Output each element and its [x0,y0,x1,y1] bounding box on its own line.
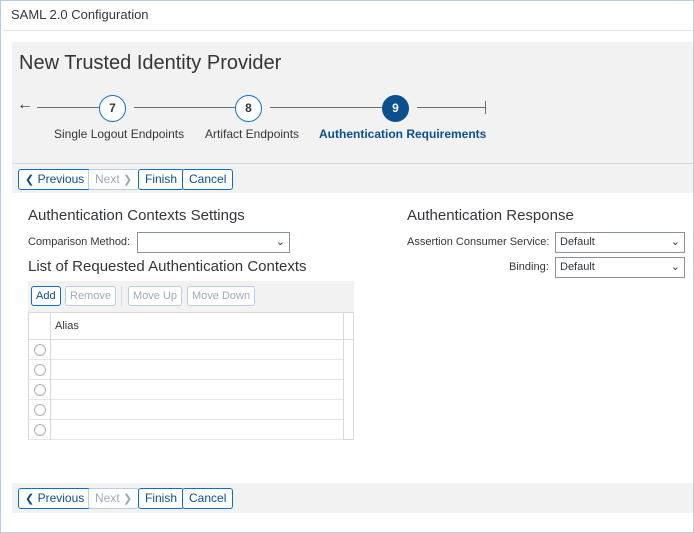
step-7-circle[interactable]: 7 [99,95,126,122]
step-8-circle[interactable]: 8 [235,95,262,122]
next-button[interactable]: Next ❯ [88,169,140,190]
move-up-button[interactable]: Move Up [128,286,183,306]
next-label: Next [95,172,120,186]
row-radio[interactable] [34,344,46,356]
alias-column-header[interactable]: Alias [55,320,79,332]
acs-label: Assertion Consumer Service: [407,236,550,248]
acs-value: Default [560,236,595,248]
step-7-label[interactable]: Single Logout Endpoints [54,127,184,141]
finish-button-bottom[interactable]: Finish [138,488,185,509]
step-9-circle[interactable]: 9 [382,95,409,122]
page-title: New Trusted Identity Provider [19,52,282,74]
next-button-bottom[interactable]: Next ❯ [88,488,140,509]
step-connector [37,107,99,108]
previous-button[interactable]: ❮ Previous [18,169,92,190]
table-row[interactable] [29,340,343,360]
wizard-header: New Trusted Identity Provider ← 7 8 9 Si… [12,42,693,163]
step-connector [417,107,486,108]
back-arrow-icon[interactable]: ← [17,97,33,113]
table-column-divider [343,313,344,439]
next-label: Next [95,491,120,505]
remove-button[interactable]: Remove [65,286,116,306]
requested-contexts-title: List of Requested Authentication Context… [28,258,307,275]
step-9-label[interactable]: Authentication Requirements [319,127,486,141]
row-radio[interactable] [34,364,46,376]
toolbar-separator [121,286,122,306]
previous-label: Previous [37,172,85,186]
comparison-method-select[interactable]: ⌄ [137,232,290,253]
chevron-right-icon: ❯ [123,493,133,505]
row-radio[interactable] [34,404,46,416]
binding-select[interactable]: Default ⌄ [555,257,685,278]
chevron-down-icon: ⌄ [670,236,680,248]
acs-select[interactable]: Default ⌄ [555,232,685,253]
table-row[interactable] [29,400,343,420]
row-selector [29,420,51,440]
auth-contexts-title: Authentication Contexts Settings [28,207,245,224]
chevron-left-icon: ❮ [25,174,35,186]
window: SAML 2.0 Configuration New Trusted Ident… [0,0,694,533]
contexts-table-toolbar: Add Remove Move Up Move Down [28,281,354,312]
chevron-down-icon: ⌄ [670,261,680,273]
binding-label: Binding: [509,261,549,273]
cancel-button[interactable]: Cancel [182,169,234,190]
step-end-marker [485,101,486,114]
previous-label: Previous [37,491,85,505]
row-selector [29,380,51,400]
table-row[interactable] [29,420,343,440]
cancel-button-bottom[interactable]: Cancel [182,488,234,509]
step-connector [134,107,235,108]
window-title: SAML 2.0 Configuration [11,7,149,22]
row-selector [29,400,51,420]
row-selector [29,340,51,360]
row-radio[interactable] [34,384,46,396]
chevron-right-icon: ❯ [123,174,133,186]
move-down-button[interactable]: Move Down [187,286,256,306]
top-toolbar: ❮ Previous Next ❯ Finish Cancel [12,163,693,193]
table-row[interactable] [29,380,343,400]
chevron-left-icon: ❮ [25,493,35,505]
comparison-method-label: Comparison Method: [28,236,131,248]
finish-button[interactable]: Finish [138,169,185,190]
bottom-toolbar: ❮ Previous Next ❯ Finish Cancel [12,483,693,513]
row-radio[interactable] [34,424,46,436]
add-button[interactable]: Add [31,286,61,306]
binding-value: Default [560,261,595,273]
title-divider [2,30,692,31]
contexts-table: Alias [28,312,354,440]
step-connector [270,107,382,108]
chevron-down-icon: ⌄ [275,236,285,248]
row-selector [29,360,51,380]
select-all-cell[interactable] [29,313,51,340]
previous-button-bottom[interactable]: ❮ Previous [18,488,92,509]
table-row[interactable] [29,360,343,380]
step-8-label[interactable]: Artifact Endpoints [205,127,299,141]
auth-response-title: Authentication Response [407,207,574,224]
table-header: Alias [29,313,353,340]
